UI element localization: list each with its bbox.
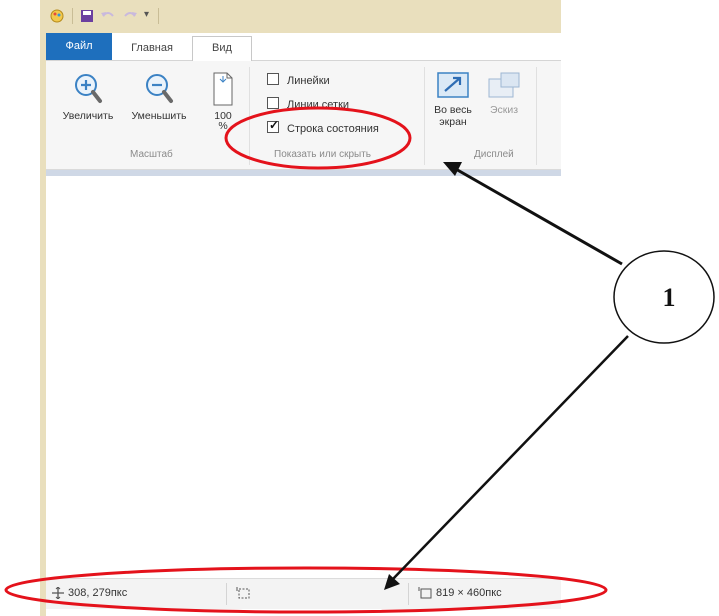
- customize-qat-icon[interactable]: ▾: [144, 9, 149, 20]
- cursor-position-text: 308, 279пкс: [68, 587, 128, 599]
- ribbon-view-panel: Увеличить Уменьшить 100 % Масштаб Линейк…: [46, 61, 561, 170]
- zoom-100-button[interactable]: 100 %: [206, 71, 240, 132]
- group-separator: [424, 67, 425, 165]
- statusbar-checkbox-box[interactable]: ✓: [267, 118, 280, 133]
- zoom-in-label: Увеличить: [62, 110, 114, 122]
- tab-file[interactable]: Файл: [46, 33, 112, 60]
- quick-access-toolbar: ▾: [46, 0, 561, 33]
- paint-app-icon[interactable]: [50, 9, 64, 28]
- zoom-out-icon: [144, 74, 174, 110]
- fullscreen-icon: [436, 72, 470, 104]
- save-icon[interactable]: [80, 9, 94, 28]
- zoom-out-button[interactable]: Уменьшить: [124, 73, 194, 122]
- thumbnail-icon: [487, 72, 521, 104]
- gridlines-checkbox[interactable]: Линии сетки: [267, 97, 349, 111]
- statusbar-label: Строка состояния: [287, 123, 379, 135]
- undo-icon[interactable]: [100, 9, 116, 28]
- gridlines-checkbox-box[interactable]: [267, 97, 279, 109]
- cursor-position-icon: [52, 586, 64, 602]
- selection-size-icon: [236, 587, 250, 602]
- rulers-checkbox-box[interactable]: [267, 73, 279, 85]
- tab-home[interactable]: Главная: [116, 37, 188, 60]
- status-separator: [408, 583, 409, 605]
- qat-separator: [72, 8, 73, 24]
- thumbnail-label: Эскиз: [489, 104, 519, 116]
- status-separator: [226, 583, 227, 605]
- thumbnail-button[interactable]: Эскиз: [482, 71, 526, 116]
- show-hide-group-label: Показать или скрыть: [274, 149, 371, 160]
- rulers-label: Линейки: [287, 75, 330, 87]
- ribbon-tabs: Файл Главная Вид: [46, 33, 561, 61]
- rulers-checkbox[interactable]: Линейки: [267, 73, 330, 87]
- statusbar-checkbox[interactable]: ✓ Строка состояния: [267, 118, 379, 135]
- checkmark-icon: ✓: [269, 118, 280, 132]
- display-group-label: Дисплей: [474, 149, 514, 160]
- status-bar: 308, 279пкс 819 × 460пкс: [46, 578, 561, 609]
- fullscreen-button[interactable]: Во весь экран: [428, 71, 478, 128]
- image-size-text: 819 × 460пкс: [436, 587, 502, 599]
- page-100-icon: [211, 72, 235, 110]
- redo-icon[interactable]: [122, 9, 138, 28]
- zoom-group-label: Масштаб: [130, 149, 173, 160]
- group-separator: [536, 67, 537, 165]
- callout-number: 1: [662, 283, 676, 312]
- fullscreen-label-line1: Во весь: [434, 104, 472, 116]
- zoom-in-icon: [73, 74, 103, 110]
- fullscreen-label-line2: экран: [439, 116, 467, 128]
- paint-window: ▾ Файл Главная Вид Увеличить Уменьшить 1…: [40, 0, 561, 616]
- canvas-border: [46, 170, 561, 176]
- zoom-out-label: Уменьшить: [131, 110, 187, 122]
- canvas-area[interactable]: [46, 170, 561, 570]
- qat-separator: [158, 8, 159, 24]
- zoom-100-label-line2: %: [218, 120, 228, 132]
- tab-view[interactable]: Вид: [192, 36, 252, 61]
- gridlines-label: Линии сетки: [287, 99, 350, 111]
- image-size-icon: [418, 587, 432, 602]
- zoom-in-button[interactable]: Увеличить: [54, 73, 122, 122]
- group-separator: [249, 67, 250, 165]
